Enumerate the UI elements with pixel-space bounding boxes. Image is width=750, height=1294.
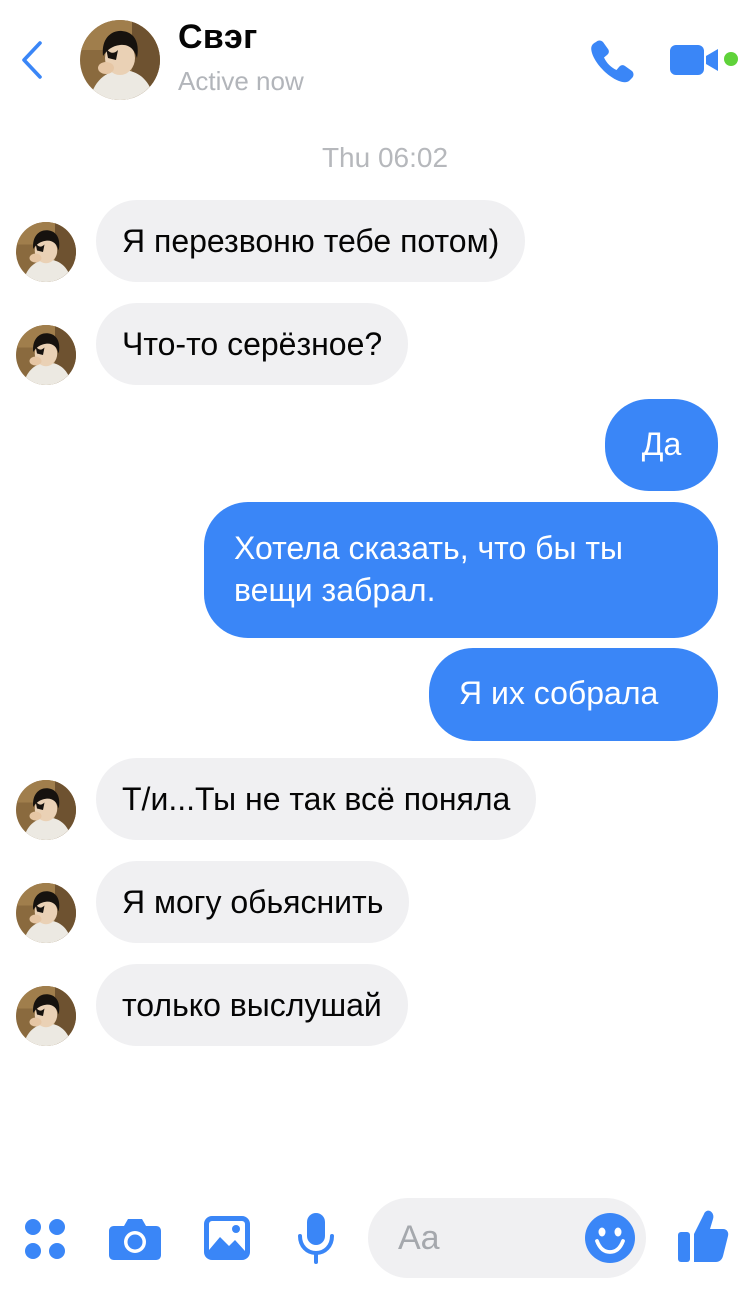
video-camera-icon (670, 45, 718, 75)
contact-avatar[interactable] (80, 20, 160, 100)
message-input[interactable] (398, 1216, 578, 1260)
emoji-button[interactable] (584, 1212, 636, 1264)
message-bubble-outgoing[interactable]: Да (605, 399, 718, 491)
camera-button[interactable] (108, 1214, 162, 1262)
message-bubble-incoming[interactable]: Что-то серёзное? (96, 303, 409, 385)
sender-avatar[interactable] (16, 986, 76, 1046)
chevron-left-icon (22, 41, 42, 79)
thread-timestamp: Thu 06:02 (321, 142, 449, 173)
sender-avatar[interactable] (16, 883, 76, 943)
microphone-icon (298, 1213, 334, 1264)
contact-name[interactable]: Свэг (178, 18, 258, 57)
message-bubble-incoming[interactable]: только выслушай (96, 964, 408, 1046)
image-icon (204, 1216, 250, 1260)
message-bubble-incoming[interactable]: Я перезвоню тебе потом) (96, 200, 526, 282)
voice-message-button[interactable] (296, 1212, 336, 1264)
contact-status: Active now (178, 66, 304, 96)
phone-icon (591, 40, 634, 83)
voice-call-button[interactable] (588, 36, 638, 84)
like-button[interactable] (676, 1208, 730, 1264)
sender-avatar[interactable] (16, 222, 76, 282)
sender-avatar[interactable] (16, 325, 76, 385)
message-bubble-outgoing[interactable]: Хотела сказать, что бы ты вещи забрал. (204, 502, 718, 638)
message-bubble-incoming[interactable]: Т/и...Ты не так всё поняла (96, 758, 537, 840)
back-button[interactable] (14, 38, 50, 82)
active-status-dot (724, 52, 738, 66)
more-actions-button[interactable] (22, 1216, 68, 1262)
camera-icon (109, 1219, 161, 1260)
thumbs-up-icon (678, 1210, 729, 1262)
message-composer[interactable] (368, 1198, 646, 1278)
gallery-button[interactable] (203, 1214, 251, 1262)
smiley-icon (585, 1213, 635, 1263)
four-dots-icon (25, 1219, 65, 1259)
sender-avatar[interactable] (16, 780, 76, 840)
message-bubble-outgoing[interactable]: Я их собрала (429, 648, 718, 741)
message-bubble-incoming[interactable]: Я могу обьяснить (96, 861, 410, 943)
chat-header: Свэг Active now (0, 0, 750, 118)
video-call-button[interactable] (668, 40, 724, 80)
